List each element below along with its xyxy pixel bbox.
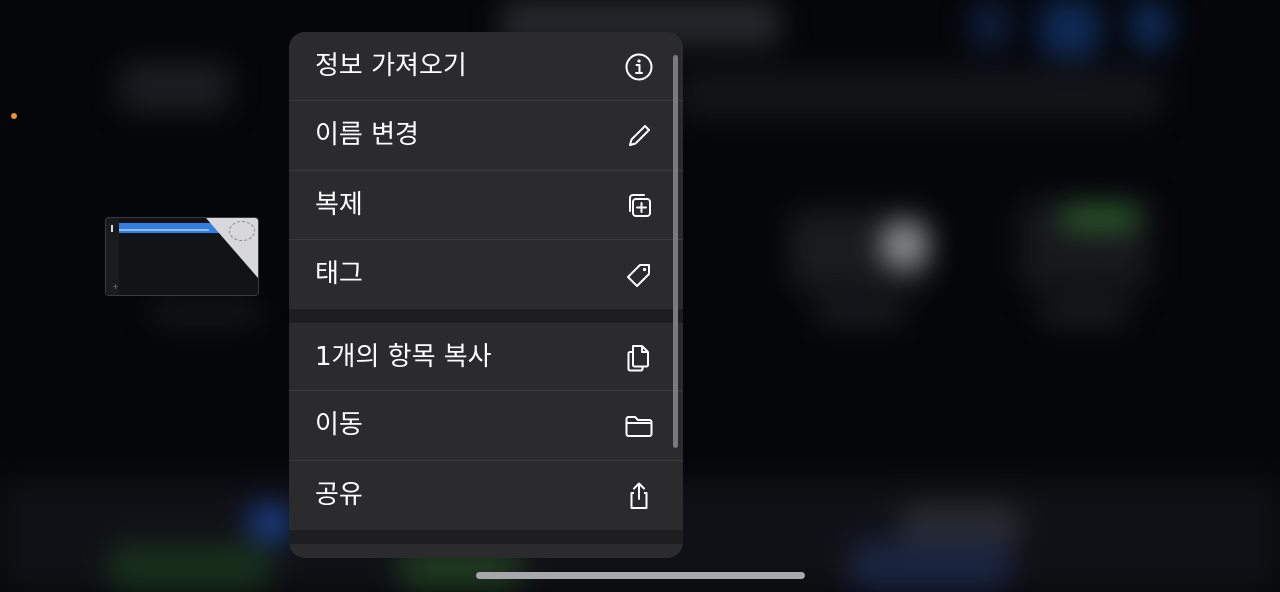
- thumbnail-highlight-bar: [119, 223, 219, 233]
- menu-item-duplicate[interactable]: 복제: [289, 171, 683, 240]
- menu-item-get-info[interactable]: 정보 가져오기: [289, 32, 683, 101]
- menu-group-separator: [289, 530, 683, 544]
- menu-item-label: 태그: [315, 259, 363, 289]
- thumbnail-shape: [229, 221, 255, 241]
- menu-item-label: 정보 가져오기: [315, 51, 467, 81]
- menu-item-tag[interactable]: 태그: [289, 240, 683, 309]
- menu-item-label: 공유: [315, 480, 363, 510]
- menu-item-share[interactable]: 공유: [289, 461, 683, 530]
- info-icon: [623, 51, 655, 83]
- screen: + 정보 가져오기 이름 변경 복제 태그 1개의 항목 복사 이동 공유: [0, 0, 1280, 592]
- menu-item-partial: [289, 544, 683, 558]
- context-menu: 정보 가져오기 이름 변경 복제 태그 1개의 항목 복사 이동 공유: [289, 32, 683, 558]
- plus-icon: +: [112, 282, 119, 291]
- selected-file-thumbnail[interactable]: +: [105, 217, 259, 296]
- recording-indicator-dot: [11, 113, 17, 119]
- menu-group-separator: [289, 309, 683, 323]
- duplicate-icon: [623, 190, 655, 222]
- menu-item-copy[interactable]: 1개의 항목 복사: [289, 323, 683, 392]
- menu-item-move[interactable]: 이동: [289, 391, 683, 460]
- menu-item-label: 1개의 항목 복사: [315, 342, 492, 372]
- menu-item-rename[interactable]: 이름 변경: [289, 101, 683, 170]
- thumbnail-marker: [111, 225, 113, 232]
- menu-item-label: 이름 변경: [315, 120, 419, 150]
- menu-item-label: 이동: [315, 410, 363, 440]
- copy-document-icon: [623, 342, 655, 374]
- menu-item-label: 복제: [315, 190, 363, 220]
- folder-icon: [623, 410, 655, 442]
- thumbnail-text-line: [119, 229, 209, 231]
- menu-scrollbar[interactable]: [673, 55, 678, 448]
- tag-icon: [623, 259, 655, 291]
- share-icon: [623, 480, 655, 512]
- pencil-icon: [623, 120, 655, 152]
- home-indicator[interactable]: [476, 572, 805, 579]
